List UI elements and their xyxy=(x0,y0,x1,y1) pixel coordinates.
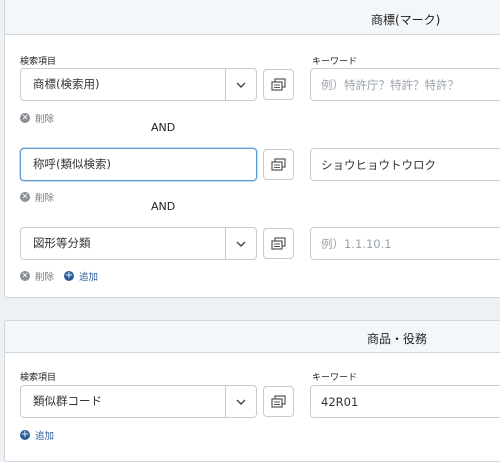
search-field-list-button-2[interactable] xyxy=(263,149,294,180)
goods-add-row-button[interactable]: + 追加 xyxy=(20,428,54,442)
goods-services-panel-title: 商品・役務 xyxy=(367,332,428,346)
search-field-list-button-3[interactable] xyxy=(263,228,294,259)
goods-services-panel: 商品・役務 検索項目 キーワード 類似群コード + 追加 xyxy=(4,320,500,462)
goods-search-field-select[interactable]: 類似群コード xyxy=(20,385,257,418)
search-field-select-3-value: 図形等分類 xyxy=(33,236,91,250)
goods-keyword-input[interactable] xyxy=(321,386,500,417)
keyword-input-3-wrap xyxy=(310,227,500,260)
and-label-1: AND xyxy=(151,121,176,134)
delete-icon: ✕ xyxy=(20,113,30,123)
goods-search-field-select-value: 類似群コード xyxy=(33,394,102,408)
search-field-label: 検索項目 xyxy=(20,57,57,67)
window-list-icon xyxy=(271,158,286,171)
delete-icon: ✕ xyxy=(20,271,30,281)
add-icon: + xyxy=(64,270,74,281)
search-field-select-3[interactable]: 図形等分類 xyxy=(20,227,257,260)
delete-row-3-label: 削除 xyxy=(35,272,55,283)
goods-keyword-label: キーワード xyxy=(312,373,358,383)
trademark-panel-header: 商標(マーク) xyxy=(5,0,500,35)
delete-row-1-label: 削除 xyxy=(35,114,55,125)
add-row-label: 追加 xyxy=(79,272,99,283)
goods-keyword-input-wrap xyxy=(310,385,500,418)
window-list-icon xyxy=(271,237,286,250)
delete-row-3-button[interactable]: ✕ 削除 xyxy=(20,269,54,283)
chevron-down-icon xyxy=(225,386,256,417)
window-list-icon xyxy=(271,395,286,408)
add-icon: + xyxy=(20,429,30,440)
delete-row-2-button[interactable]: ✕ 削除 xyxy=(20,190,54,204)
delete-row-1-button[interactable]: ✕ 削除 xyxy=(20,111,54,125)
goods-add-row-label: 追加 xyxy=(35,431,55,442)
delete-row-2-label: 削除 xyxy=(35,193,55,204)
keyword-input-3[interactable] xyxy=(321,228,500,259)
keyword-label: キーワード xyxy=(312,57,358,67)
goods-search-field-list-button[interactable] xyxy=(263,386,294,417)
search-field-select-1[interactable]: 商標(検索用) xyxy=(20,68,257,101)
search-field-select-1-value: 商標(検索用) xyxy=(33,77,100,91)
keyword-input-2[interactable] xyxy=(321,149,500,180)
chevron-down-icon xyxy=(225,69,256,100)
window-list-icon xyxy=(271,78,286,91)
and-label-2: AND xyxy=(151,200,176,213)
trademark-panel-title: 商標(マーク) xyxy=(371,13,441,27)
goods-services-panel-header: 商品・役務 xyxy=(5,321,500,353)
goods-search-field-label: 検索項目 xyxy=(20,373,57,383)
keyword-input-1-wrap xyxy=(310,68,500,101)
delete-icon: ✕ xyxy=(20,192,30,202)
search-field-input-2-value: 称呼(類似検索) xyxy=(33,157,111,171)
search-field-input-2[interactable]: 称呼(類似検索) xyxy=(20,148,257,181)
keyword-input-2-wrap xyxy=(310,148,500,181)
search-field-list-button-1[interactable] xyxy=(263,69,294,100)
trademark-panel: 商標(マーク) 検索項目 キーワード 商標(検索用) ✕ 削除 AND 称呼(類… xyxy=(4,0,500,298)
chevron-down-icon xyxy=(225,228,256,259)
add-row-button[interactable]: + 追加 xyxy=(64,269,98,283)
keyword-input-1[interactable] xyxy=(321,69,500,100)
